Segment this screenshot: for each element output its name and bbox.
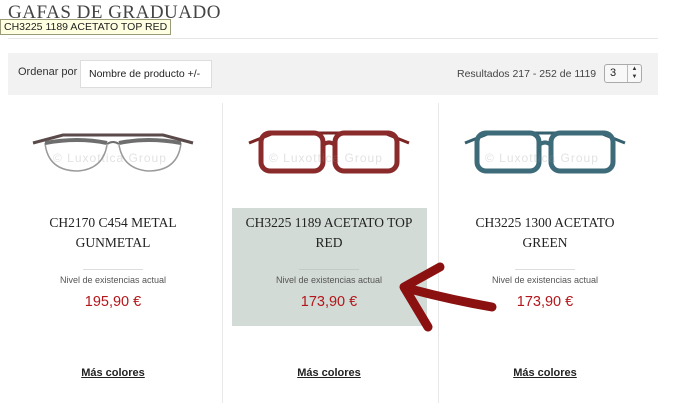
product-name[interactable]: CH3225 1189 ACETATO TOP RED xyxy=(224,213,434,253)
column-divider xyxy=(438,103,439,403)
stock-divider xyxy=(83,269,143,270)
product-price: 195,90 € xyxy=(84,294,142,310)
stepper-arrows-icon[interactable]: ▲ ▼ xyxy=(627,65,641,82)
stock-divider xyxy=(299,269,359,270)
sort-toolbar: Ordenar por Nombre de producto +/- Resul… xyxy=(8,53,658,95)
results-count: Resultados 217 - 252 de 1119 xyxy=(457,68,597,80)
product-image[interactable]: © Luxottica Group xyxy=(239,113,419,193)
stock-divider xyxy=(515,269,575,270)
product-image[interactable]: © Luxottica Group xyxy=(455,113,635,193)
more-colors-link[interactable]: Más colores xyxy=(440,367,650,379)
more-colors-link[interactable]: Más colores xyxy=(224,367,434,379)
product-card: © Luxottica Group CH2170 C454 METAL GUNM… xyxy=(8,105,218,395)
sort-dropdown[interactable]: Nombre de producto +/- xyxy=(80,60,212,88)
title-divider xyxy=(8,38,658,39)
annotation-arrow-icon xyxy=(399,262,497,332)
page-value: 3 xyxy=(610,67,617,79)
tooltip: CH3225 1189 ACETATO TOP RED xyxy=(0,19,172,35)
page-stepper[interactable]: 3 ▲ ▼ xyxy=(604,64,642,83)
column-divider xyxy=(222,103,223,403)
product-name[interactable]: CH3225 1300 ACETATO GREEN xyxy=(440,213,650,253)
product-card: © Luxottica Group CH3225 1189 ACETATO TO… xyxy=(224,105,434,395)
product-card: © Luxottica Group CH3225 1300 ACETATO GR… xyxy=(440,105,650,395)
product-name[interactable]: CH2170 C454 METAL GUNMETAL xyxy=(8,213,218,253)
stock-label: Nivel de existencias actual xyxy=(59,275,167,285)
sort-label: Ordenar por xyxy=(18,66,78,78)
more-colors-link[interactable]: Más colores xyxy=(8,367,218,379)
product-image[interactable]: © Luxottica Group xyxy=(23,113,203,193)
